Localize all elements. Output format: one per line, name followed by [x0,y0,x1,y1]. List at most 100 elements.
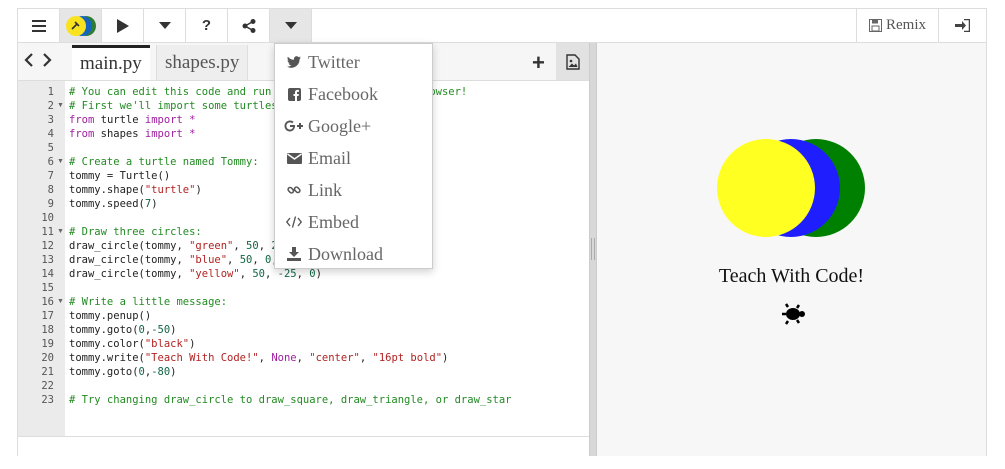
code-token: , [296,352,310,364]
code-token: * [182,128,196,140]
code-token: 50 [246,240,259,252]
chevron-right-icon[interactable] [42,53,52,72]
more-options-button[interactable] [144,9,186,42]
line-number: 19 [41,338,54,350]
code-token: # Try changing draw_circle to draw_squar… [69,394,512,406]
save-icon [869,19,882,32]
share-menu-item-google[interactable]: Google+ [275,110,432,142]
remix-button[interactable]: Remix [856,9,938,42]
code-token: "blue" [189,254,228,266]
share-menu-item-embed[interactable]: Embed [275,206,432,238]
facebook-icon [284,87,304,101]
code-token: draw_circle(tommy, [69,268,190,280]
output-panel: Teach With Code! [597,43,986,456]
code-token: shapes [94,128,145,140]
fold-toggle-icon[interactable]: ▼ [57,99,64,113]
code-token: , [258,352,272,364]
add-file-button[interactable]: + [532,50,545,76]
fold-toggle-icon[interactable]: ▼ [57,155,64,169]
code-token: tommy.goto( [69,366,139,378]
turtle-icon [782,303,805,325]
line-number: 15 [41,282,54,294]
caret-down-icon [158,22,171,29]
code-token: "16pt bold" [372,352,443,364]
app-window: ? Remix main.py shapes.py + 1 2 ▼ 3 4 5 … [17,8,987,457]
share-menu-label: Facebook [308,83,378,104]
line-number: 1 [47,86,54,98]
tab-main-py[interactable]: main.py [72,45,150,80]
line-number: 21 [41,366,54,378]
fold-toggle-icon[interactable]: ▼ [57,295,64,309]
code-line: tommy.goto(0,-80) [69,365,177,379]
line-number: 22 [41,380,54,392]
code-token: "yellow" [189,268,240,280]
share-menu-item-facebook[interactable]: Facebook [275,78,432,110]
sign-in-icon [955,19,970,32]
code-token: -50 [151,324,171,336]
image-button[interactable] [556,43,589,80]
link-icon [284,183,304,197]
run-button[interactable] [102,9,144,42]
logo-button[interactable] [60,9,102,42]
code-token: tommy.write( [69,352,145,364]
line-number: 18 [41,324,54,336]
help-button[interactable]: ? [186,9,228,42]
code-line: tommy.penup() [69,309,151,323]
code-token: # Draw three circles: [69,226,202,238]
tab-label: main.py [80,53,142,74]
share-menu-button[interactable] [270,9,312,42]
share-menu-item-download[interactable]: Download [275,238,432,270]
code-token: 50 [239,254,253,266]
share-button[interactable] [228,9,270,42]
code-token: , [239,268,253,280]
line-number: 20 [41,352,54,364]
code-token: , [233,240,247,252]
email-icon [284,152,304,164]
code-token: , [359,352,373,364]
code-line: # Create a turtle named Tommy: [69,155,259,169]
code-token: tommy.shape( [69,184,145,196]
share-menu-label: Link [308,179,342,200]
code-line: tommy.speed(7) [69,197,158,211]
code-line: from turtle import * [69,113,195,127]
menu-button[interactable] [18,9,60,42]
code-line: tommy.write("Teach With Code!", None, "c… [69,351,448,365]
code-token: -80 [151,366,171,378]
code-token: draw_circle(tommy, [69,254,190,266]
code-token: * [182,114,196,126]
toolbar: ? Remix [18,9,986,43]
code-token: "center" [309,352,360,364]
share-menu-label: Download [308,243,383,264]
line-number: 8 [47,184,54,196]
share-menu-item-email[interactable]: Email [275,142,432,174]
google-plus-icon [284,120,304,132]
code-token: "turtle" [144,184,196,196]
tab-shapes-py[interactable]: shapes.py [156,45,249,80]
divider-grip[interactable] [591,238,595,260]
code-line: tommy.color("black") [69,337,195,351]
login-button[interactable] [938,9,986,42]
line-number: 4 [47,128,54,140]
editor-footer [18,436,589,457]
line-number: 5 [47,142,54,154]
line-number: 7 [47,170,54,182]
code-icon [284,216,304,228]
share-menu-label: Embed [308,211,359,232]
chevron-left-icon[interactable] [24,53,34,72]
share-menu-item-link[interactable]: Link [275,174,432,206]
code-token: tommy.penup() [69,310,152,322]
share-menu-label: Google+ [308,115,372,136]
line-number: 23 [41,394,54,406]
line-number: 10 [41,212,54,224]
code-token: , [258,240,272,252]
code-token: import [144,114,183,126]
add-file-label: + [532,50,545,75]
fold-toggle-icon[interactable]: ▼ [57,225,64,239]
line-number: 14 [41,268,54,280]
code-token: from [69,128,95,140]
code-token: ) [189,338,196,350]
code-token: ) [195,184,202,196]
share-menu-item-twitter[interactable]: Twitter [275,46,432,78]
code-token: ) [170,366,177,378]
panel-divider[interactable] [589,43,597,456]
